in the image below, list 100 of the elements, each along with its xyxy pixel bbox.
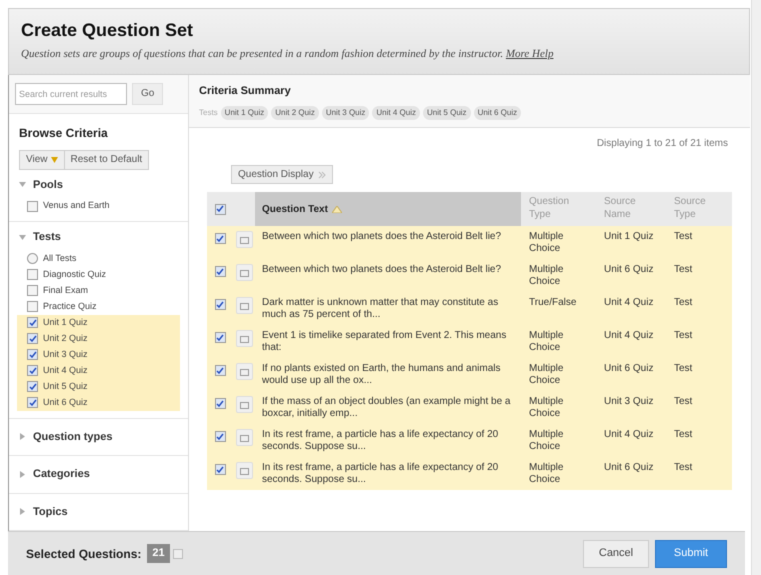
table-cell-text: If the mass of an object doubles (an example might be a boxcar, initially emp... bbox=[261, 396, 512, 421]
table-cell-text: If no plants existed on Earth, the humans and animals would use up all the ox... bbox=[261, 363, 502, 388]
filter-tag: Unit 5 Quiz bbox=[422, 106, 471, 120]
preview-icon[interactable] bbox=[236, 363, 252, 380]
check-icon bbox=[216, 432, 224, 440]
preview-icon[interactable] bbox=[236, 462, 252, 479]
table-cell-text: Unit 4 Quiz bbox=[603, 429, 654, 442]
checkbox[interactable] bbox=[214, 266, 226, 277]
filter-tag: Unit 1 Quiz bbox=[220, 106, 268, 120]
expanded-triangle-icon bbox=[19, 181, 26, 188]
checkbox[interactable] bbox=[214, 299, 226, 310]
table-cell-text: Multiple Choice bbox=[528, 396, 564, 421]
filter-option-label: Unit 1 Quiz bbox=[43, 316, 88, 329]
table-cell-text: Unit 4 Quiz bbox=[603, 330, 654, 343]
checkbox[interactable] bbox=[214, 398, 226, 409]
filter-tag: Unit 6 Quiz bbox=[474, 106, 522, 120]
sort-ascending-icon bbox=[332, 206, 342, 212]
section-heading[interactable]: Categories bbox=[33, 466, 90, 482]
table-cell-text: Test bbox=[673, 396, 694, 409]
table-cell-text: True/False bbox=[528, 297, 578, 310]
table-cell-text: Between which two planets does the Asteroid Belt lie? bbox=[261, 264, 502, 277]
table-cell-text: Test bbox=[673, 429, 694, 442]
filter-tag: Unit 4 Quiz bbox=[372, 106, 420, 120]
collapsed-triangle-icon bbox=[19, 433, 26, 440]
check-icon bbox=[216, 366, 224, 374]
section-heading[interactable]: Question types bbox=[33, 428, 112, 445]
table-cell-text: Between which two planets does the Asteroid Belt lie? bbox=[261, 231, 502, 244]
collapsed-triangle-icon bbox=[19, 508, 26, 516]
go-button[interactable]: Go bbox=[132, 82, 164, 105]
checkbox[interactable] bbox=[214, 332, 226, 343]
table-cell-text: Unit 6 Quiz bbox=[603, 462, 654, 475]
table-cell-text: Test bbox=[673, 462, 694, 475]
filter-label: Tests bbox=[199, 106, 218, 118]
filter-option-label: Final Exam bbox=[43, 284, 88, 297]
table-cell-text: Multiple Choice bbox=[528, 363, 564, 388]
table-cell-text: Multiple Choice bbox=[528, 264, 564, 289]
checkbox[interactable] bbox=[27, 200, 38, 212]
check-icon bbox=[216, 205, 224, 213]
caret-icon bbox=[50, 156, 58, 162]
preview-icon[interactable] bbox=[236, 297, 252, 314]
table-cell-text: In its rest frame, a particle has a life expectancy of 20 seconds. Suppose su... bbox=[261, 462, 500, 487]
checkbox[interactable] bbox=[214, 431, 226, 442]
preview-icon[interactable] bbox=[236, 429, 252, 446]
checkbox[interactable] bbox=[27, 301, 38, 312]
table-cell-text: Test bbox=[673, 363, 694, 376]
preview-icon[interactable] bbox=[236, 330, 252, 347]
checkbox[interactable] bbox=[27, 285, 38, 296]
question-display-button[interactable]: Question Display bbox=[231, 165, 333, 184]
section-heading[interactable]: Topics bbox=[33, 504, 68, 520]
filter-option-label: Practice Quiz bbox=[43, 300, 97, 313]
filter-option-label: Unit 3 Quiz bbox=[43, 348, 88, 361]
check-icon bbox=[216, 334, 224, 342]
table-cell-text: Dark matter is unknown matter that may constitute as much as 75 percent of th... bbox=[261, 297, 500, 322]
check-icon bbox=[216, 466, 224, 474]
table-cell-text: Unit 6 Quiz bbox=[603, 363, 654, 376]
check-icon bbox=[216, 268, 224, 276]
view-button[interactable]: View bbox=[19, 150, 64, 170]
filter-tag: Unit 2 Quiz bbox=[271, 106, 319, 120]
table-cell-text: Unit 6 Quiz bbox=[603, 264, 654, 277]
selected-count: 21 bbox=[147, 544, 170, 563]
checkbox[interactable] bbox=[27, 365, 38, 376]
checkbox[interactable] bbox=[214, 204, 226, 214]
more-help-link[interactable]: More Help bbox=[506, 48, 554, 60]
checkbox[interactable] bbox=[27, 397, 38, 408]
cancel-button[interactable]: Cancel bbox=[583, 540, 649, 568]
column-header[interactable]: Question Text bbox=[255, 192, 521, 226]
check-icon bbox=[216, 400, 224, 408]
table-cell-text: Unit 4 Quiz bbox=[603, 297, 654, 310]
preview-icon[interactable] bbox=[236, 396, 252, 413]
table-cell-text: Test bbox=[673, 264, 694, 277]
browse-criteria-title: Browse Criteria bbox=[18, 124, 109, 142]
table-cell-text: Unit 1 Quiz bbox=[603, 231, 654, 244]
radio-button[interactable] bbox=[27, 253, 38, 264]
checkbox[interactable] bbox=[27, 381, 38, 392]
table-cell-text: Test bbox=[673, 330, 694, 343]
filter-option-label: Venus and Earth bbox=[43, 199, 110, 212]
filter-option-label: Unit 2 Quiz bbox=[43, 332, 88, 345]
section-heading[interactable]: Tests bbox=[33, 229, 61, 246]
table-cell-text: Test bbox=[673, 231, 694, 244]
checkbox[interactable] bbox=[27, 349, 38, 360]
paging-info: Displaying 1 to 21 of 21 items bbox=[596, 137, 728, 151]
double-caret-icon bbox=[318, 170, 326, 178]
checkbox[interactable] bbox=[214, 464, 226, 475]
checkbox[interactable] bbox=[27, 269, 38, 280]
reset-button[interactable]: Reset to Default bbox=[64, 150, 150, 170]
section-heading[interactable]: Pools bbox=[33, 176, 63, 193]
search-field[interactable]: Search current results bbox=[15, 82, 127, 105]
preview-icon[interactable] bbox=[236, 264, 252, 281]
preview-icon[interactable] bbox=[236, 231, 252, 248]
table-cell-text: Test bbox=[673, 297, 694, 310]
table-cell-text: Multiple Choice bbox=[528, 429, 564, 454]
table-cell-text: Multiple Choice bbox=[528, 330, 564, 355]
checkbox[interactable] bbox=[27, 317, 38, 328]
checkbox[interactable] bbox=[214, 365, 226, 376]
check-icon bbox=[216, 234, 224, 242]
checkbox[interactable] bbox=[214, 233, 226, 244]
filter-option-label: All Tests bbox=[43, 252, 76, 265]
page-description: Question sets are groups of questions that can be presented in a random fashion determined by the instructor. bbox=[21, 48, 504, 60]
checkbox[interactable] bbox=[27, 333, 38, 344]
table-cell-text: Multiple Choice bbox=[528, 231, 564, 256]
